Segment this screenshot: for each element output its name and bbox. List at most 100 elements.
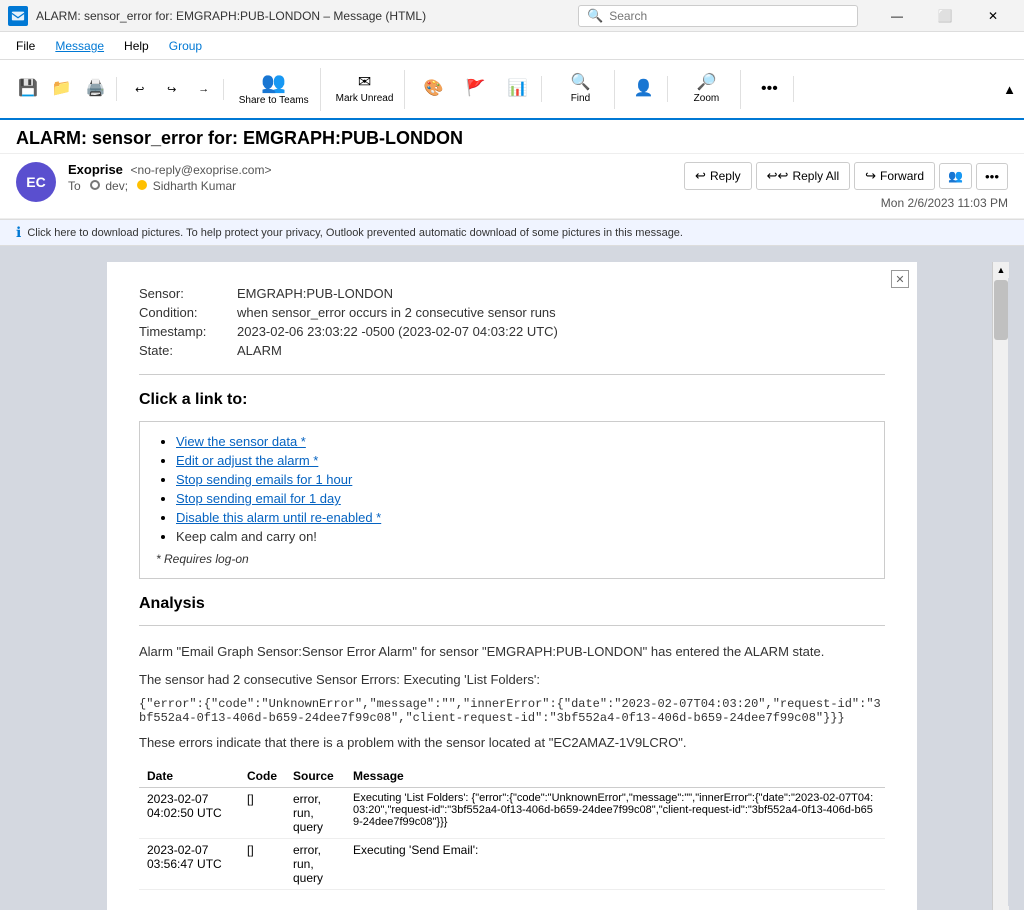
sender-email: <no-reply@exoprise.com> (131, 163, 272, 177)
list-item: Edit or adjust the alarm * (176, 453, 868, 468)
privacy-text: Click here to download pictures. To help… (27, 227, 683, 239)
menu-file[interactable]: File (8, 35, 43, 57)
list-item: Disable this alarm until re-enabled * (176, 510, 868, 525)
sidharth-circle-icon (137, 180, 147, 190)
row1-date: 2023-02-07 04:02:50 UTC (139, 787, 239, 838)
find-button[interactable]: 🔍 Find (550, 70, 610, 109)
row1-source: error, run, query (285, 787, 345, 838)
forward-label: Forward (880, 169, 924, 183)
more-actions-button[interactable]: ••• (976, 163, 1008, 190)
row1-message: Executing 'List Folders': {"error":{"cod… (345, 787, 885, 838)
click-link-title: Click a link to: (139, 391, 885, 409)
requires-logon-text: * Requires log-on (156, 552, 868, 566)
forward-nav-icon: → (198, 83, 209, 95)
zoom-label: Zoom (694, 93, 720, 104)
close-image-button[interactable]: ✕ (891, 270, 909, 288)
tags-button[interactable]: 🎨 (413, 76, 453, 102)
categories-button[interactable]: 📊 (497, 76, 537, 102)
stop-1day-link[interactable]: Stop sending email for 1 day (176, 491, 341, 506)
title-bar: ALARM: sensor_error for: EMGRAPH:PUB-LON… (0, 0, 1024, 32)
people-icon: 👤 (633, 81, 653, 97)
menu-group[interactable]: Group (161, 35, 210, 57)
menu-help[interactable]: Help (116, 35, 157, 57)
share-teams-button[interactable]: 👥 Share to Teams (232, 68, 316, 111)
more-icon: ••• (761, 81, 778, 97)
edit-alarm-link[interactable]: Edit or adjust the alarm * (176, 453, 318, 468)
table-header-row: Date Code Source Message (139, 765, 885, 788)
email-header-row: EC Exoprise <no-reply@exoprise.com> To d… (0, 154, 1024, 219)
state-value: ALARM (237, 343, 282, 358)
to-recipient-dev: dev; (90, 179, 131, 193)
table-row: 2023-02-07 03:56:47 UTC [] error, run, q… (139, 838, 885, 889)
print-button[interactable]: 🖨️ (80, 77, 112, 101)
reply-all-label: Reply All (792, 169, 839, 183)
col-date: Date (139, 765, 239, 788)
ribbon-group-find: 🔍 Find (546, 70, 615, 109)
divider-2 (139, 625, 885, 626)
move-folder-button[interactable]: 📁 (46, 77, 78, 101)
scroll-down-arrow[interactable]: ▼ (993, 906, 1009, 910)
save-icon: 💾 (18, 81, 38, 97)
analysis-title: Analysis (139, 595, 885, 613)
sensor-info-table: Sensor: EMGRAPH:PUB-LONDON Condition: wh… (139, 286, 885, 358)
privacy-notice[interactable]: ℹ Click here to download pictures. To he… (0, 219, 1024, 246)
mark-unread-button[interactable]: ✉ Mark Unread (329, 70, 401, 109)
flag-icon: 🚩 (465, 81, 485, 97)
col-message: Message (345, 765, 885, 788)
close-button[interactable]: ✕ (970, 0, 1016, 32)
zoom-button[interactable]: 🔎 Zoom (676, 70, 736, 109)
stop-1hr-link[interactable]: Stop sending emails for 1 hour (176, 472, 352, 487)
scrollbar[interactable]: ▲ ▼ (992, 262, 1008, 910)
maximize-button[interactable]: ⬜ (922, 0, 968, 32)
email-body: ✕ Sensor: EMGRAPH:PUB-LONDON Condition: … (107, 262, 917, 910)
zoom-icon: 🔎 (696, 75, 716, 91)
scrollbar-thumb[interactable] (994, 280, 1008, 340)
scroll-up-arrow[interactable]: ▲ (993, 262, 1009, 278)
people-button[interactable]: 👤 (623, 76, 663, 102)
menu-bar: File Message Help Group (0, 32, 1024, 60)
more-button[interactable]: ••• (749, 76, 789, 102)
ribbon-group-nav: ↩ ↪ → (121, 79, 224, 100)
row1-code: [] (239, 787, 285, 838)
state-row: State: ALARM (139, 343, 885, 358)
search-box[interactable]: 🔍 (578, 5, 858, 27)
teams-icon-small: 👥 (948, 169, 963, 183)
list-item: Keep calm and carry on! (176, 529, 868, 544)
app-icon (8, 6, 28, 26)
search-input[interactable] (609, 9, 849, 23)
find-label: Find (571, 93, 590, 104)
email-subject: ALARM: sensor_error for: EMGRAPH:PUB-LON… (16, 128, 1008, 149)
reply-button[interactable]: ↩ Reply (684, 162, 752, 190)
sensor-label: Sensor: (139, 286, 229, 301)
disable-alarm-link[interactable]: Disable this alarm until re-enabled * (176, 510, 381, 525)
sensor-row: Sensor: EMGRAPH:PUB-LONDON (139, 286, 885, 301)
forward-icon: ↪ (865, 168, 876, 184)
save-button[interactable]: 💾 (12, 77, 44, 101)
sender-name: Exoprise (68, 162, 123, 177)
menu-message[interactable]: Message (47, 35, 112, 57)
main-content: ✕ Sensor: EMGRAPH:PUB-LONDON Condition: … (0, 246, 1024, 910)
forward-nav-button[interactable]: → (189, 79, 219, 99)
minimize-button[interactable]: — (874, 0, 920, 32)
reply-all-button[interactable]: ↩↩ Reply All (756, 162, 850, 190)
analysis-section: Analysis Alarm "Email Graph Sensor:Senso… (139, 595, 885, 890)
mark-unread-icon: ✉ (358, 75, 371, 91)
undo-button[interactable]: ↩ (125, 79, 155, 100)
col-source: Source (285, 765, 345, 788)
categories-icon: 📊 (507, 81, 527, 97)
reply-all-icon: ↩↩ (767, 168, 789, 184)
teams-share-button[interactable]: 👥 (939, 163, 972, 189)
teams-icon: 👥 (261, 73, 286, 93)
list-item: Stop sending email for 1 day (176, 491, 868, 506)
forward-button[interactable]: ↪ Forward (854, 162, 935, 190)
action-buttons: ↩ Reply ↩↩ Reply All ↪ Forward 👥 ••• (684, 162, 1008, 190)
redo-button[interactable]: ↪ (157, 79, 187, 100)
window-title: ALARM: sensor_error for: EMGRAPH:PUB-LON… (36, 9, 570, 23)
condition-row: Condition: when sensor_error occurs in 2… (139, 305, 885, 320)
ribbon-collapse-button[interactable]: ▲ (1003, 82, 1016, 97)
email-meta: Exoprise <no-reply@exoprise.com> To dev;… (68, 162, 271, 193)
flag-button[interactable]: 🚩 (455, 76, 495, 102)
folder-icon: 📁 (52, 81, 72, 97)
search-icon: 🔍 (587, 8, 603, 24)
view-sensor-link[interactable]: View the sensor data * (176, 434, 306, 449)
